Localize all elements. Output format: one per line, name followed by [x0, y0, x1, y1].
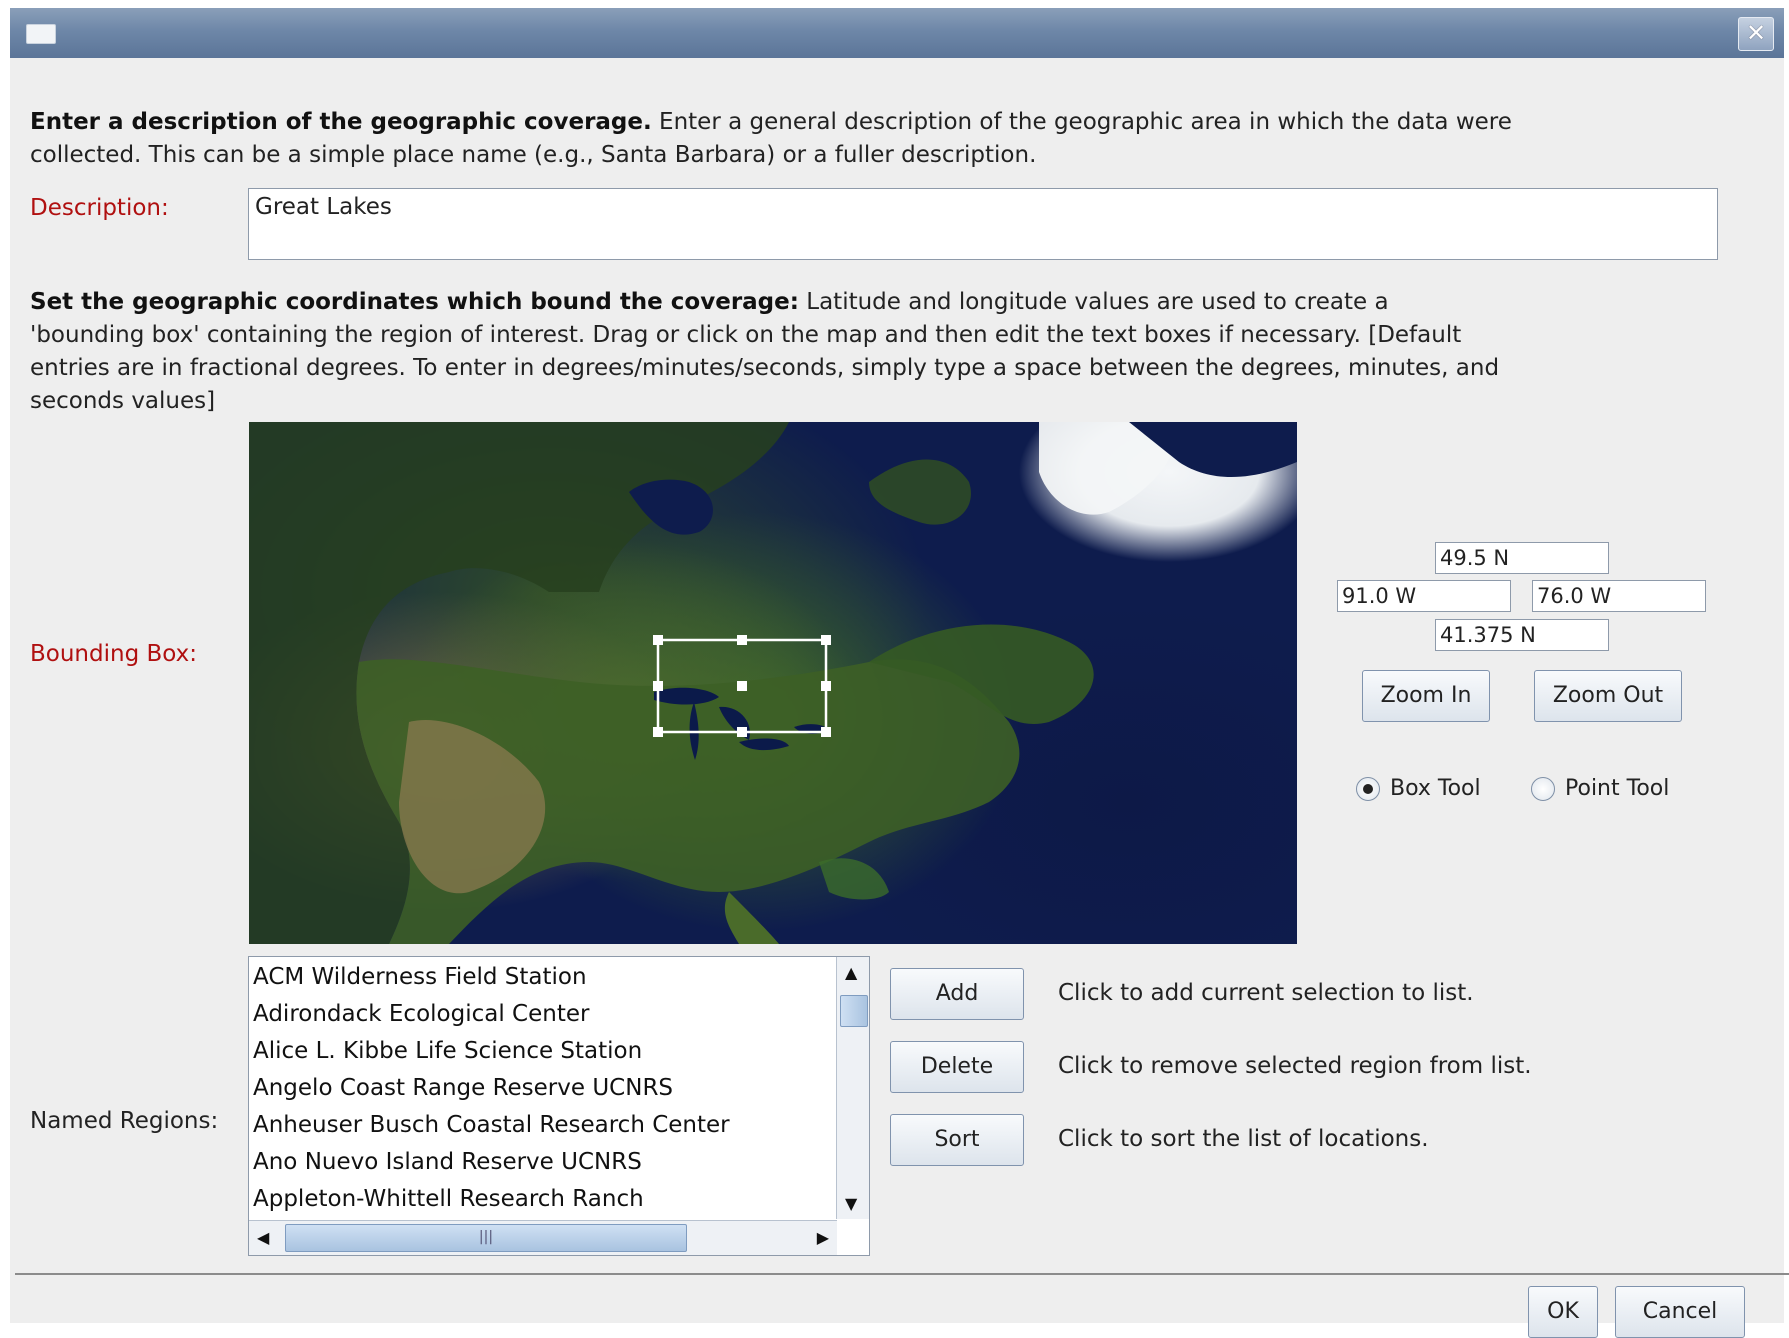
scroll-right-icon[interactable]: ▶ [817, 1228, 829, 1247]
coordinates-instructions: Set the geographic coordinates which bou… [30, 289, 1500, 414]
vertical-scroll-thumb[interactable] [840, 995, 868, 1027]
sort-button[interactable]: Sort [890, 1114, 1024, 1166]
add-button[interactable]: Add [890, 968, 1024, 1020]
delete-hint-text: Click to remove selected region from lis… [1058, 1053, 1532, 1079]
list-item[interactable]: ACM Wilderness Field Station [253, 959, 833, 996]
zoom-in-button[interactable]: Zoom In [1362, 670, 1490, 722]
description-label: Description: [30, 195, 169, 221]
bounding-box-label: Bounding Box: [30, 641, 197, 667]
description-instructions: Enter a description of the geographic co… [30, 109, 1512, 168]
box-tool-radio[interactable]: Box Tool [1356, 776, 1481, 801]
list-item[interactable]: Ano Nuevo Island Reserve UCNRS [253, 1144, 833, 1181]
south-latitude-input[interactable]: 41.375 N [1435, 619, 1609, 651]
scroll-down-icon[interactable]: ▼ [845, 1194, 857, 1213]
point-tool-label: Point Tool [1565, 776, 1670, 801]
north-latitude-input[interactable]: 49.5 N [1435, 542, 1609, 574]
point-tool-radio[interactable]: Point Tool [1531, 776, 1669, 801]
box-tool-label: Box Tool [1390, 776, 1481, 801]
ok-button[interactable]: OK [1528, 1286, 1598, 1338]
world-map[interactable] [249, 422, 1297, 944]
named-regions-label: Named Regions: [30, 1108, 219, 1134]
named-regions-list[interactable]: ACM Wilderness Field Station Adirondack … [248, 956, 870, 1256]
list-item[interactable]: Adirondack Ecological Center [253, 996, 833, 1033]
list-item[interactable]: Anheuser Busch Coastal Research Center [253, 1107, 833, 1144]
window-icon [26, 24, 56, 44]
sort-hint-text: Click to sort the list of locations. [1058, 1126, 1429, 1152]
cancel-button[interactable]: Cancel [1615, 1286, 1745, 1338]
list-item[interactable]: Appleton-Whittell Research Ranch [253, 1181, 833, 1218]
west-longitude-input[interactable]: 91.0 W [1337, 580, 1511, 612]
geographic-coverage-dialog: Enter a description of the geographic co… [10, 58, 1789, 1338]
delete-button[interactable]: Delete [890, 1041, 1024, 1093]
named-regions-items: ACM Wilderness Field Station Adirondack … [253, 959, 833, 1218]
title-bar: ✕ [10, 8, 1784, 59]
radio-selected-icon[interactable] [1356, 776, 1380, 801]
scroll-up-icon[interactable]: ▲ [845, 963, 857, 982]
horizontal-scroll-thumb[interactable]: ||| [285, 1224, 687, 1252]
vertical-scrollbar[interactable]: ▲ ▼ [836, 957, 869, 1219]
description-input[interactable]: Great Lakes [248, 188, 1718, 260]
scroll-left-icon[interactable]: ◀ [257, 1228, 269, 1247]
horizontal-scrollbar[interactable]: ◀ ||| ▶ [249, 1220, 837, 1255]
footer-divider [15, 1273, 1789, 1275]
east-longitude-input[interactable]: 76.0 W [1532, 580, 1706, 612]
list-item[interactable]: Alice L. Kibbe Life Science Station [253, 1033, 833, 1070]
list-item[interactable]: Angelo Coast Range Reserve UCNRS [253, 1070, 833, 1107]
zoom-out-button[interactable]: Zoom Out [1534, 670, 1682, 722]
add-hint-text: Click to add current selection to list. [1058, 980, 1474, 1006]
radio-unselected-icon[interactable] [1531, 776, 1555, 801]
close-icon[interactable]: ✕ [1738, 17, 1774, 51]
